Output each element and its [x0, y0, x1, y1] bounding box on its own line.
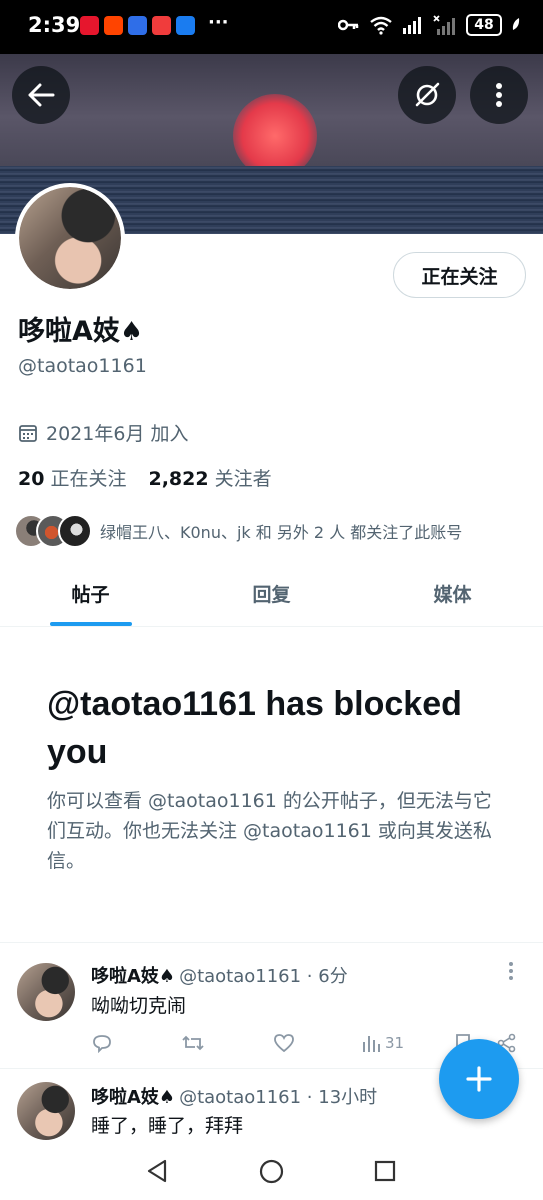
profile-tabs: 帖子 回复 媒体	[0, 565, 543, 627]
reply-icon	[93, 1035, 111, 1053]
tweet-header: 哆啦A妓♠ @taotao1161 · 13小时	[91, 1083, 377, 1109]
tweet-author-name: 哆啦A妓♠	[91, 1087, 176, 1108]
followers-you-know-text: 绿帽王八、K0nu、jk 和 另外 2 人 都关注了此账号	[100, 523, 463, 542]
nav-recents-icon[interactable]	[374, 1160, 396, 1182]
tweet-author-name: 哆啦A妓♠	[91, 966, 176, 987]
more-notifications: ···	[208, 12, 229, 33]
calendar-icon	[19, 424, 37, 442]
tweet-avatar[interactable]	[17, 963, 75, 1021]
shop-app-icon	[104, 16, 123, 35]
following-link[interactable]: 20 正在关注	[18, 464, 126, 491]
views-button[interactable]: 31	[361, 1034, 404, 1052]
compose-button[interactable]	[439, 1039, 519, 1119]
tab-posts[interactable]: 帖子	[0, 565, 181, 626]
wifi-icon	[370, 16, 392, 35]
follow-stats: 20 正在关注 2,822 关注者	[18, 464, 272, 491]
more-options-button[interactable]	[470, 66, 528, 124]
tweet-meta: @taotao1161 · 6分	[179, 966, 348, 987]
signal-icon	[403, 17, 421, 34]
avatar-image	[19, 187, 121, 289]
tab-replies[interactable]: 回复	[181, 565, 362, 626]
notification-icons	[80, 16, 195, 35]
views-count: 31	[385, 1034, 405, 1052]
tweet-text: 呦呦切克闹	[91, 995, 187, 1017]
baidu-app-icon	[128, 16, 147, 35]
views-icon	[363, 1036, 380, 1052]
reply-button[interactable]	[91, 1033, 113, 1053]
join-date: 2021年6月 加入	[18, 419, 188, 446]
battery-indicator: 48	[466, 14, 502, 36]
system-icons: 48	[338, 14, 521, 36]
arrow-left-icon	[28, 83, 55, 107]
news-app-icon	[152, 16, 171, 35]
key-icon	[338, 19, 359, 31]
following-button[interactable]: 正在关注	[393, 252, 526, 298]
profile-name-text: 哆啦A妓	[18, 316, 120, 347]
followers-link[interactable]: 2,822 关注者	[148, 464, 271, 491]
tweet-meta: @taotao1161 · 13小时	[179, 1087, 378, 1108]
grok-button[interactable]	[398, 66, 456, 124]
join-date-text: 2021年6月 加入	[46, 423, 189, 445]
signal-no-service-icon	[433, 15, 455, 35]
tweet-more-icon[interactable]	[508, 961, 514, 986]
nav-home-icon[interactable]	[259, 1159, 284, 1184]
spade-emoji: ♠	[119, 317, 144, 347]
followers-you-know[interactable]: 绿帽王八、K0nu、jk 和 另外 2 人 都关注了此账号	[14, 514, 462, 548]
status-time: 2:39	[28, 13, 81, 37]
retweet-icon	[182, 1035, 204, 1051]
blocked-title: @taotao1161 has blocked you	[47, 685, 462, 771]
more-vertical-icon	[496, 83, 502, 107]
blocked-description: 你可以查看 @taotao1161 的公开帖子，但无法与它们互动。你也无法关注 …	[47, 790, 492, 872]
like-button[interactable]	[273, 1033, 295, 1053]
tweet-avatar[interactable]	[17, 1082, 75, 1140]
profile-handle: @taotao1161	[18, 355, 147, 377]
follower-avatar	[58, 514, 92, 548]
heart-icon	[274, 1034, 294, 1053]
status-bar: 2:39 ··· 48	[0, 0, 543, 54]
leaf-icon	[512, 18, 520, 30]
tweet-header: 哆啦A妓♠ @taotao1161 · 6分	[91, 962, 348, 988]
tab-media[interactable]: 媒体	[362, 565, 543, 626]
plus-icon	[466, 1066, 492, 1092]
weibo-app-icon	[80, 16, 99, 35]
back-button[interactable]	[12, 66, 70, 124]
system-navigation-bar	[0, 1143, 543, 1200]
retweet-button[interactable]	[181, 1033, 205, 1053]
profile-name: 哆啦A妓♠	[18, 309, 143, 348]
browser-app-icon	[176, 16, 195, 35]
profile-avatar[interactable]	[15, 183, 125, 293]
grok-icon	[415, 82, 440, 107]
tweet-text: 睡了，睡了，拜拜	[91, 1115, 244, 1137]
active-tab-indicator	[49, 622, 132, 626]
nav-back-icon[interactable]	[146, 1159, 168, 1183]
